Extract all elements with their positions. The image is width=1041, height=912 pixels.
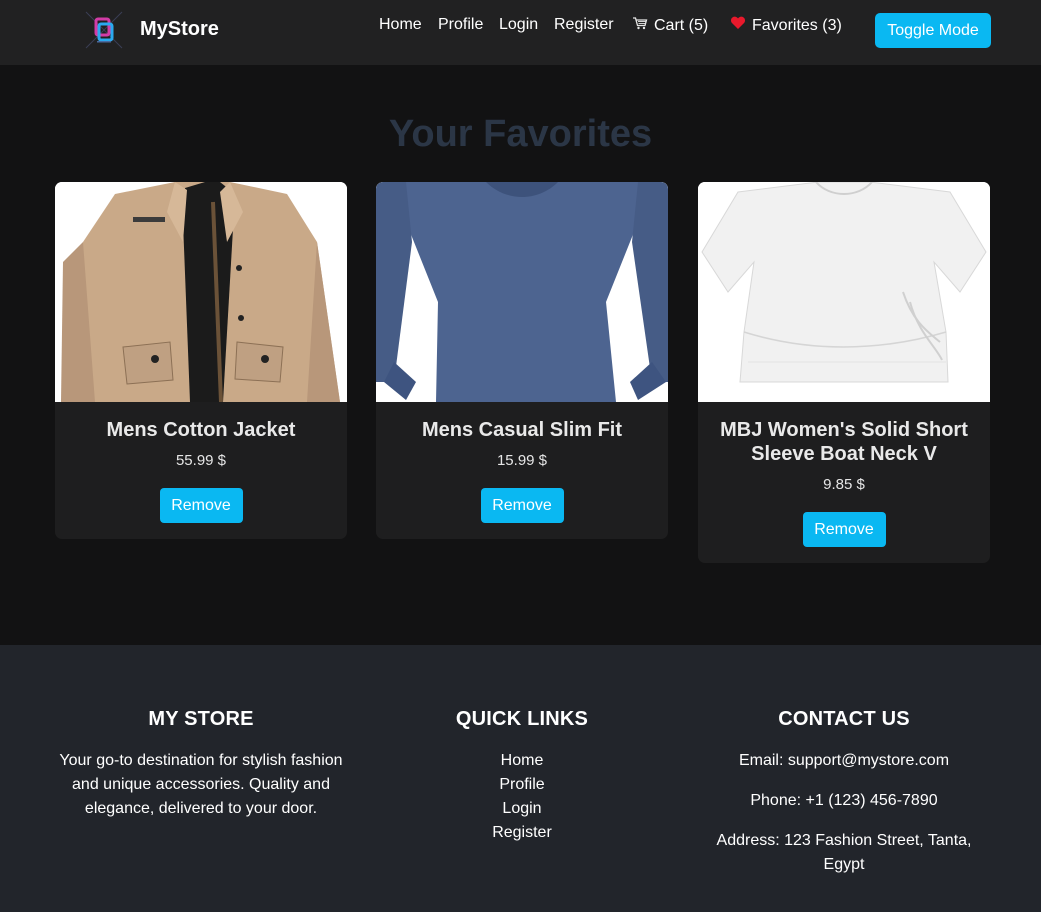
footer-contact-heading: CONTACT US: [778, 708, 910, 730]
footer-link-login[interactable]: Login: [376, 797, 668, 821]
product-price: 9.85 $: [823, 476, 865, 493]
footer-contact: CONTACT US Email: support@mystore.com Ph…: [698, 708, 990, 877]
contact-phone: Phone: +1 (123) 456-7890: [750, 792, 938, 809]
store-logo-icon[interactable]: [84, 10, 124, 50]
footer-link-home[interactable]: Home: [376, 749, 668, 773]
remove-button[interactable]: Remove: [159, 488, 243, 523]
footer-links-heading: QUICK LINKS: [455, 708, 589, 730]
product-image[interactable]: [698, 182, 990, 402]
brand-name[interactable]: MyStore: [140, 18, 219, 41]
product-name[interactable]: MBJ Women's Solid Short Sleeve Boat Neck…: [698, 418, 990, 466]
nav-cart-link[interactable]: Cart (5): [632, 16, 708, 35]
product-card: MBJ Women's Solid Short Sleeve Boat Neck…: [698, 182, 990, 563]
product-name[interactable]: Mens Cotton Jacket: [55, 418, 347, 442]
navbar: MyStore Home Profile Login Register Cart…: [0, 0, 1041, 65]
remove-button[interactable]: Remove: [802, 512, 886, 547]
footer-about-text: Your go-to destination for stylish fashi…: [59, 752, 343, 817]
cart-icon: [632, 16, 648, 35]
product-price: 15.99 $: [496, 452, 548, 469]
product-card: Mens Cotton Jacket 55.99 $ Remove: [55, 182, 347, 539]
product-card: Mens Casual Slim Fit 15.99 $ Remove: [376, 182, 668, 539]
heart-icon: [730, 16, 746, 35]
contact-email: Email: support@mystore.com: [738, 752, 950, 769]
product-image[interactable]: [55, 182, 347, 402]
remove-button[interactable]: Remove: [480, 488, 564, 523]
nav-home-link[interactable]: Home: [379, 16, 422, 34]
nav-favorites-link[interactable]: Favorites (3): [730, 16, 842, 35]
footer-quick-links: QUICK LINKS Home Profile Login Register: [376, 708, 668, 845]
product-image[interactable]: [376, 182, 668, 402]
product-price: 55.99 $: [175, 452, 227, 469]
nav-favorites-label: Favorites (3): [752, 17, 842, 34]
nav-profile-link[interactable]: Profile: [438, 16, 483, 34]
footer-link-profile[interactable]: Profile: [376, 773, 668, 797]
nav-register-link[interactable]: Register: [554, 16, 614, 34]
footer: MY STORE Your go-to destination for styl…: [0, 645, 1041, 912]
footer-link-register[interactable]: Register: [376, 821, 668, 845]
nav-login-link[interactable]: Login: [499, 16, 538, 34]
nav-cart-label: Cart (5): [654, 17, 709, 34]
footer-about: MY STORE Your go-to destination for styl…: [55, 708, 347, 821]
footer-about-heading: MY STORE: [148, 708, 254, 730]
contact-address: Address: 123 Fashion Street, Tanta, Egyp…: [716, 832, 972, 873]
page-title: Your Favorites: [388, 113, 653, 155]
toggle-mode-button[interactable]: Toggle Mode: [875, 13, 991, 48]
product-name[interactable]: Mens Casual Slim Fit: [376, 418, 668, 442]
